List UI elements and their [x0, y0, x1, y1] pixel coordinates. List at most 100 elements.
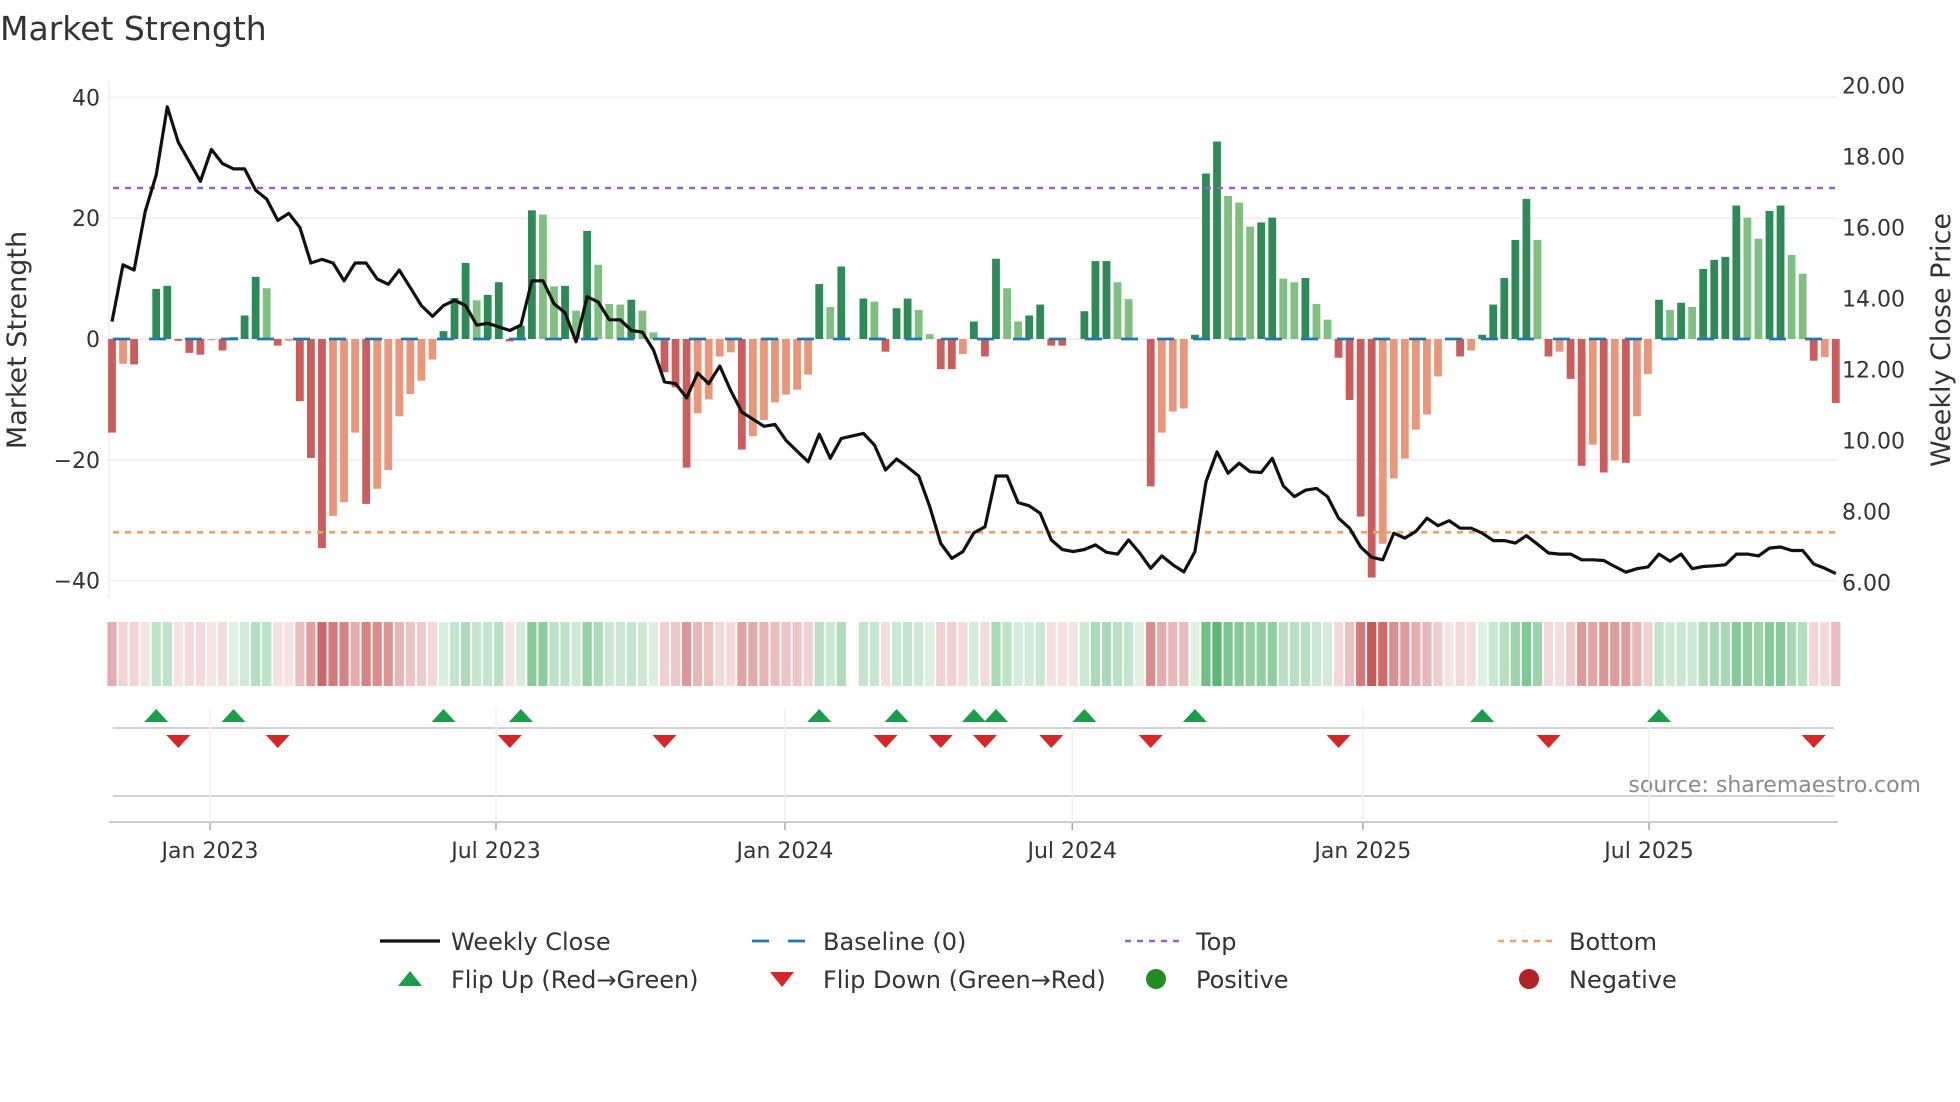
strength-bar — [914, 310, 923, 339]
state-strip-cell — [251, 622, 261, 686]
state-strip-cell — [1378, 622, 1388, 686]
state-strip-cell — [217, 622, 228, 686]
state-strip-cell — [1411, 622, 1421, 686]
strength-bar — [804, 339, 813, 375]
strength-bar — [1257, 222, 1266, 339]
legend-item: Bottom — [1498, 928, 1657, 956]
state-strip-cell — [1289, 622, 1299, 686]
state-strip-cell — [593, 622, 603, 686]
strength-bar — [1743, 217, 1752, 339]
state-strip-cell — [516, 622, 526, 686]
strength-bar — [373, 339, 382, 489]
state-strip-cell — [1621, 622, 1631, 686]
state-strip-cell — [1333, 622, 1344, 686]
strength-bar — [1820, 339, 1829, 358]
legend-item: Weekly Close — [380, 928, 611, 956]
state-strip-cell — [1831, 622, 1841, 686]
legend-label: Negative — [1569, 966, 1677, 994]
state-strip-cell — [118, 622, 128, 686]
strength-bar — [550, 286, 558, 339]
strength-bar — [1621, 339, 1630, 463]
flip-down-marker — [652, 735, 677, 748]
state-strip-cell — [1554, 622, 1565, 686]
strength-bar — [605, 303, 614, 339]
strength-bar — [1124, 299, 1133, 339]
state-strip-cell — [273, 622, 283, 686]
state-strip-cell — [869, 622, 880, 686]
strength-bar — [1323, 319, 1332, 339]
strength-bar — [671, 339, 680, 388]
state-strip-cell — [405, 622, 415, 686]
strength-bar — [1412, 339, 1420, 430]
strength-bar — [682, 339, 691, 468]
strength-bar — [395, 339, 404, 417]
state-strip-cell — [1234, 622, 1244, 686]
legend-item: Negative — [1519, 966, 1677, 994]
state-strip-cell — [427, 622, 438, 686]
strength-bar — [218, 339, 227, 351]
state-strip-cell — [1488, 622, 1498, 686]
state-strip-cell — [107, 622, 117, 686]
state-strip-cell — [560, 622, 570, 686]
flip-up-marker — [221, 709, 246, 722]
strength-bar — [1434, 339, 1442, 377]
flip-up-marker — [431, 709, 456, 722]
state-strip-cell — [670, 622, 681, 686]
strength-bar — [704, 339, 713, 400]
strength-bar — [1378, 339, 1387, 544]
y-tick-label: −20 — [54, 449, 100, 474]
state-strip-cell — [1577, 622, 1587, 686]
strength-bar — [970, 321, 978, 339]
legend-up-triangle-icon — [398, 971, 422, 986]
flip-down-marker — [265, 735, 290, 748]
strength-bar — [1544, 339, 1553, 357]
state-strip-cell — [1820, 622, 1830, 686]
strength-bar — [340, 339, 348, 503]
flip-down-marker — [972, 735, 997, 748]
state-strip-cell — [1035, 622, 1045, 686]
y-tick-label: −40 — [54, 570, 100, 595]
state-strip-cell — [1566, 622, 1576, 686]
state-strip-cell — [637, 622, 647, 686]
y2-tick-label: 12.00 — [1842, 359, 1905, 384]
strength-bar — [1356, 339, 1365, 517]
strength-bar — [815, 284, 824, 339]
state-strip-cell — [339, 622, 349, 686]
strength-bar — [1500, 277, 1509, 339]
state-strip-cell — [1367, 622, 1377, 686]
state-strip-cell — [1311, 622, 1322, 686]
state-strip-cell — [472, 622, 482, 686]
state-strip-cell — [1720, 622, 1730, 686]
x-tick-label: Jan 2023 — [160, 839, 259, 864]
flip-up-marker — [1182, 709, 1207, 722]
source-label: source: sharemaestro.com — [1628, 773, 1921, 798]
state-strip-cell — [1466, 622, 1476, 686]
state-strip-cell — [737, 622, 747, 686]
strength-bar — [1157, 339, 1166, 433]
state-strip-cell — [162, 622, 172, 686]
state-strip-cell — [140, 622, 150, 686]
state-strip-cell — [1046, 622, 1056, 686]
strength-bar — [329, 339, 337, 516]
flip-down-marker — [497, 735, 522, 748]
legend-item: Positive — [1146, 966, 1289, 994]
x-tick-label: Jan 2025 — [1312, 839, 1411, 864]
strength-bar — [1268, 217, 1277, 339]
state-strip-cell — [1775, 622, 1786, 686]
strength-bar — [196, 339, 205, 355]
state-strip-cell — [549, 622, 559, 686]
strength-bar — [1389, 339, 1398, 479]
state-strip-cell — [1532, 622, 1543, 686]
flip-up-marker — [508, 709, 533, 722]
flip-up-marker — [807, 709, 832, 722]
state-strip-cell — [483, 622, 493, 686]
strength-bar — [760, 339, 768, 420]
state-strip-cell — [1521, 622, 1531, 686]
strength-bar — [1831, 339, 1840, 404]
state-strip-cell — [648, 622, 659, 686]
strength-bar — [1610, 339, 1619, 461]
state-strip-cell — [1146, 622, 1156, 686]
state-strip-cell — [195, 622, 205, 686]
y2-tick-label: 16.00 — [1842, 217, 1905, 242]
state-strip-cell — [715, 622, 725, 686]
